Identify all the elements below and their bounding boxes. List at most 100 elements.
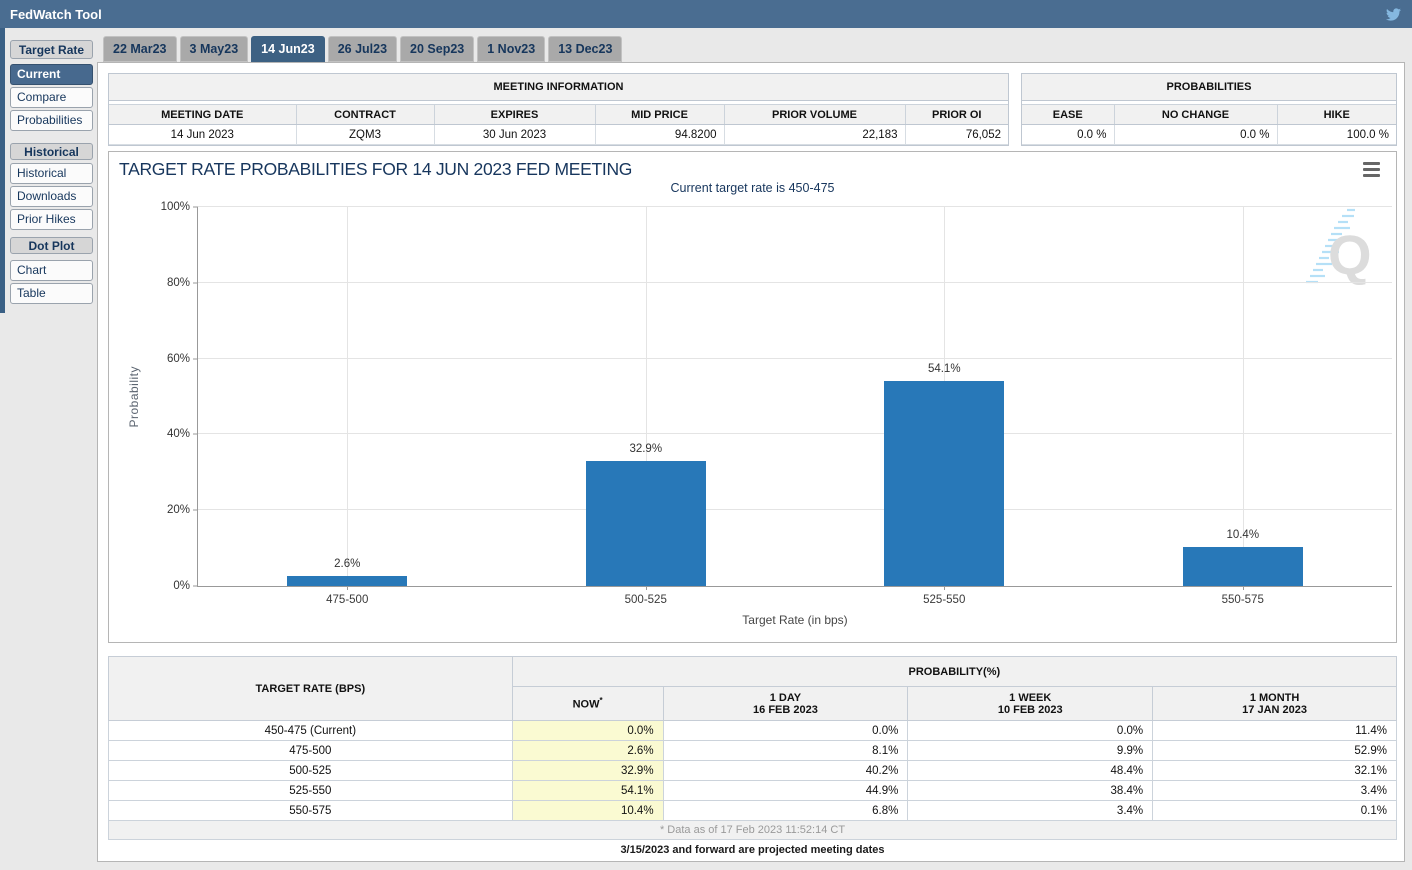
probability-bar[interactable] <box>1183 547 1303 586</box>
sidebar-item-chart[interactable]: Chart <box>10 260 93 281</box>
ease-value: 0.0 % <box>1022 125 1114 145</box>
sidebar-item-historical[interactable]: Historical <box>10 163 93 184</box>
chart-menu-icon[interactable] <box>1363 162 1380 180</box>
probability-group-header: PROBABILITY(%) <box>512 657 1396 687</box>
probabilities-summary-table: EASE NO CHANGE HIKE 0.0 % 0.0 % 100.0 % <box>1022 104 1396 145</box>
data-as-of-footnote: * Data as of 17 Feb 2023 11:52:14 CT <box>109 821 1397 840</box>
probability-detail-table: TARGET RATE (BPS) PROBABILITY(%) NOW* 1 … <box>108 656 1397 840</box>
now-value: 32.9% <box>512 761 663 781</box>
y-tick-mark <box>193 586 198 587</box>
fedwatch-tool-page: FedWatch Tool Target Rate Current Compar… <box>0 0 1412 870</box>
bar-value-label: 10.4% <box>1183 529 1303 541</box>
meeting-date-tabs: 22 Mar23 3 May23 14 Jun23 26 Jul23 20 Se… <box>103 36 622 62</box>
col-contract: CONTRACT <box>296 105 434 125</box>
tab-22mar23[interactable]: 22 Mar23 <box>103 36 177 62</box>
one-week-value: 9.9% <box>908 741 1153 761</box>
sidebar-item-downloads[interactable]: Downloads <box>10 186 93 207</box>
tab-1nov23[interactable]: 1 Nov23 <box>477 36 545 62</box>
meeting-information-title: MEETING INFORMATION <box>109 74 1008 101</box>
gridline-horizontal <box>198 509 1392 510</box>
chart-title: TARGET RATE PROBABILITIES FOR 14 JUN 202… <box>119 159 632 180</box>
one-month-value: 32.1% <box>1153 761 1397 781</box>
hike-value: 100.0 % <box>1277 125 1396 145</box>
contract-value: ZQM3 <box>296 125 434 145</box>
x-tick-label: 500-525 <box>586 594 706 606</box>
sidebar-header-dot-plot: Dot Plot <box>10 237 93 254</box>
probability-bar[interactable] <box>884 381 1004 586</box>
chart-subtitle: Current target rate is 450-475 <box>109 181 1396 195</box>
app-header-bar: FedWatch Tool <box>0 0 1412 28</box>
expires-value: 30 Jun 2023 <box>434 125 595 145</box>
target-rate-label: 475-500 <box>109 741 513 761</box>
chart-plot: Target Rate (in bps) 0%20%40%60%80%100%2… <box>197 207 1392 587</box>
y-tick-mark <box>193 358 198 359</box>
one-month-value: 0.1% <box>1153 801 1397 821</box>
one-week-value: 0.0% <box>908 721 1153 741</box>
table-row: 500-525 32.9% 40.2% 48.4% 32.1% <box>109 761 1397 781</box>
sidebar-item-table[interactable]: Table <box>10 283 93 304</box>
col-prior-oi: PRIOR OI <box>905 105 1008 125</box>
one-day-value: 8.1% <box>663 741 908 761</box>
x-tick-label: 525-550 <box>884 594 1004 606</box>
one-week-value: 3.4% <box>908 801 1153 821</box>
one-week-value: 38.4% <box>908 781 1153 801</box>
bar-value-label: 54.1% <box>884 363 1004 375</box>
meeting-date-value: 14 Jun 2023 <box>109 125 296 145</box>
col-hike: HIKE <box>1277 105 1396 125</box>
meeting-information-box: MEETING INFORMATION MEETING DATE CONTRAC… <box>108 73 1009 146</box>
col-no-change: NO CHANGE <box>1114 105 1277 125</box>
probabilities-summary-title: PROBABILITIES <box>1022 74 1396 101</box>
gridline-horizontal <box>198 433 1392 434</box>
sidebar-item-prior-hikes[interactable]: Prior Hikes <box>10 209 93 230</box>
y-tick-mark <box>193 282 198 283</box>
target-rate-chart-panel: TARGET RATE PROBABILITIES FOR 14 JUN 202… <box>108 151 1397 643</box>
y-tick-label: 20% <box>167 504 190 516</box>
probabilities-summary-box: PROBABILITIES EASE NO CHANGE HIKE 0.0 % … <box>1021 73 1397 146</box>
mid-price-value: 94.8200 <box>595 125 724 145</box>
tab-14jun23[interactable]: 14 Jun23 <box>251 36 325 62</box>
target-rate-label: 525-550 <box>109 781 513 801</box>
tab-13dec23[interactable]: 13 Dec23 <box>548 36 622 62</box>
table-row: 475-500 2.6% 8.1% 9.9% 52.9% <box>109 741 1397 761</box>
projected-dates-note: 3/15/2023 and forward are projected meet… <box>108 844 1397 856</box>
y-tick-label: 40% <box>167 428 190 440</box>
prior-oi-value: 76,052 <box>905 125 1008 145</box>
bar-value-label: 32.9% <box>586 443 706 455</box>
sidebar-item-current[interactable]: Current <box>10 64 93 85</box>
probability-bar[interactable] <box>287 576 407 586</box>
probability-bar[interactable] <box>586 461 706 586</box>
one-day-value: 44.9% <box>663 781 908 801</box>
one-day-value: 0.0% <box>663 721 908 741</box>
bar-value-label: 2.6% <box>287 558 407 570</box>
now-value: 54.1% <box>512 781 663 801</box>
gridline-vertical <box>347 207 348 586</box>
y-tick-label: 0% <box>173 580 190 592</box>
sidebar-header-historical: Historical <box>10 143 93 160</box>
x-tick-mark <box>1243 586 1244 590</box>
y-tick-mark <box>193 207 198 208</box>
target-rate-label: 550-575 <box>109 801 513 821</box>
col-prior-volume: PRIOR VOLUME <box>724 105 905 125</box>
one-week-header: 1 WEEK10 FEB 2023 <box>908 687 1153 721</box>
app-title: FedWatch Tool <box>10 7 102 22</box>
meeting-information-row: 14 Jun 2023 ZQM3 30 Jun 2023 94.8200 22,… <box>109 125 1008 145</box>
twitter-icon[interactable] <box>1385 7 1402 22</box>
main-panel: MEETING INFORMATION MEETING DATE CONTRAC… <box>97 62 1405 862</box>
sidebar-item-probabilities[interactable]: Probabilities <box>10 110 93 131</box>
now-asterisk: * <box>599 696 602 705</box>
col-ease: EASE <box>1022 105 1114 125</box>
table-row: 525-550 54.1% 44.9% 38.4% 3.4% <box>109 781 1397 801</box>
sidebar-item-compare[interactable]: Compare <box>10 87 93 108</box>
tab-20sep23[interactable]: 20 Sep23 <box>400 36 474 62</box>
col-meeting-date: MEETING DATE <box>109 105 296 125</box>
one-month-header: 1 MONTH17 JAN 2023 <box>1153 687 1397 721</box>
sidebar-header-target-rate: Target Rate <box>10 40 93 59</box>
tab-3may23[interactable]: 3 May23 <box>180 36 249 62</box>
one-day-value: 40.2% <box>663 761 908 781</box>
prior-volume-value: 22,183 <box>724 125 905 145</box>
table-row: 450-475 (Current) 0.0% 0.0% 0.0% 11.4% <box>109 721 1397 741</box>
now-value: 10.4% <box>512 801 663 821</box>
target-rate-bps-header: TARGET RATE (BPS) <box>109 657 513 721</box>
tab-26jul23[interactable]: 26 Jul23 <box>328 36 397 62</box>
x-tick-mark <box>944 586 945 590</box>
